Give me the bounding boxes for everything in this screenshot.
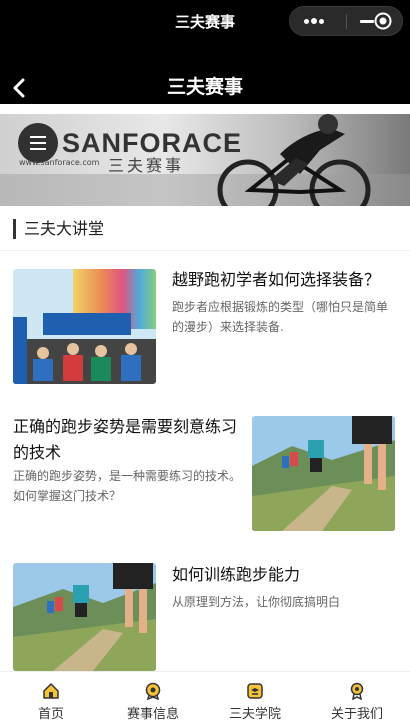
article-desc: 从原理到方法，让你彻底搞明白 xyxy=(172,595,341,609)
tab-about[interactable]: 关于我们 xyxy=(306,672,408,727)
academy-icon xyxy=(247,683,263,699)
tab-events[interactable]: 赛事信息 xyxy=(102,672,204,727)
mini-program-capsule xyxy=(289,6,403,36)
capsule-divider xyxy=(346,14,347,29)
top-bar: 三夫赛事 三夫赛事 xyxy=(0,0,410,104)
menu-icon[interactable] xyxy=(18,123,58,163)
more-options-icon[interactable] xyxy=(300,7,336,35)
article-thumbnail xyxy=(252,416,395,531)
article-desc: 跑步者应根据锻炼的类型（哪怕只是简单的漫步）来选择装备. xyxy=(172,300,389,334)
brand-logo-cn: 三夫赛事 xyxy=(108,156,185,175)
tab-academy[interactable]: 三夫学院 xyxy=(204,672,306,727)
bottom-tab-bar: 首页 赛事信息 三夫学院 关于我们 xyxy=(0,671,410,727)
article-title[interactable]: 越野跑初学者如何选择装备？ xyxy=(172,267,398,293)
section-title: 三夫大讲堂 xyxy=(13,219,104,239)
tab-label: 首页 xyxy=(37,707,64,722)
home-icon xyxy=(43,683,59,699)
medal-icon xyxy=(145,682,161,700)
tab-label: 赛事信息 xyxy=(126,707,179,722)
close-target-icon[interactable] xyxy=(374,12,392,30)
section-divider xyxy=(0,250,410,251)
brand-logo-url: www.sanforace.com xyxy=(19,158,100,167)
article-title[interactable]: 如何训练跑步能力 xyxy=(172,562,398,588)
banner[interactable]: SANFORACE 三夫赛事 www.sanforace.com xyxy=(0,114,410,206)
article-thumbnail xyxy=(13,563,156,671)
page-title: 三夫赛事 xyxy=(166,76,243,98)
tab-label: 关于我们 xyxy=(330,707,383,722)
about-icon xyxy=(350,682,364,700)
article-title[interactable]: 正确的跑步姿势是需要刻意练习的技术 xyxy=(13,414,241,466)
tab-home[interactable]: 首页 xyxy=(0,672,102,727)
tab-label: 三夫学院 xyxy=(228,707,281,722)
article-thumbnail xyxy=(13,269,156,384)
article-desc: 正确的跑步姿势，是一种需要练习的技术。如何掌握这门技术？ xyxy=(13,469,242,503)
